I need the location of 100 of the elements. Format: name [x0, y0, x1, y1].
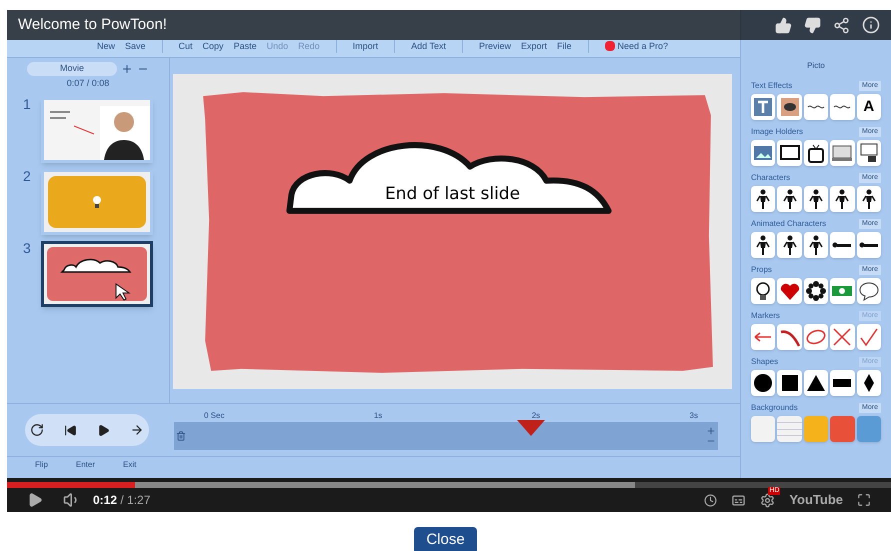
effect-label: Exit: [123, 459, 136, 471]
library-tile[interactable]: [751, 232, 776, 258]
section-title: Text Effects: [751, 80, 792, 92]
captions-icon[interactable]: [731, 492, 746, 508]
library-tile[interactable]: [804, 140, 828, 166]
toolbar-button[interactable]: Import: [352, 40, 378, 53]
settings-icon[interactable]: [760, 492, 776, 508]
toolbar-button[interactable]: Cut: [178, 40, 193, 53]
library-tile[interactable]: [856, 278, 882, 304]
slide-number: 1: [23, 96, 32, 110]
section-title: Characters: [751, 172, 790, 184]
library-tile[interactable]: [804, 186, 828, 212]
library-tile[interactable]: [804, 94, 828, 120]
scribble-icon: [832, 103, 852, 111]
slide-number: 3: [23, 240, 32, 254]
rewind-icon[interactable]: [64, 424, 77, 436]
dislike-icon[interactable]: [804, 16, 821, 34]
time-tick: 1s: [374, 410, 382, 422]
lying-figure-icon: [832, 242, 852, 248]
close-button[interactable]: Close: [414, 527, 477, 551]
toolbar-button[interactable]: Export: [521, 40, 548, 53]
toolbar-button[interactable]: File: [557, 40, 572, 53]
need-pro-link[interactable]: Need a Pro?: [604, 40, 668, 53]
watch-later-icon[interactable]: [704, 494, 718, 506]
flower-icon: [805, 280, 828, 302]
library-tile[interactable]: [830, 232, 855, 258]
like-icon[interactable]: [775, 16, 792, 34]
forward-icon[interactable]: [130, 423, 144, 437]
library-tile[interactable]: [777, 370, 802, 396]
check-mark-icon: [858, 326, 880, 348]
effect-label: Flip: [35, 459, 48, 471]
library-tile[interactable]: [804, 278, 828, 304]
toolbar-button[interactable]: New: [97, 40, 116, 53]
library-tile[interactable]: [777, 140, 802, 166]
library-tile[interactable]: [751, 370, 776, 396]
fullscreen-icon[interactable]: [857, 493, 871, 507]
circle-shape-icon: [752, 372, 774, 394]
section-title: Markers: [751, 310, 780, 322]
library-tile[interactable]: [751, 140, 776, 166]
library-tile[interactable]: [777, 278, 802, 304]
mode-dropdown[interactable]: Movie: [27, 62, 117, 76]
library-tile[interactable]: [804, 232, 828, 258]
zoom-in-icon[interactable]: [706, 426, 716, 436]
time-tick: 3s: [690, 410, 698, 422]
loop-icon[interactable]: [30, 423, 44, 437]
library-tile[interactable]: [751, 94, 776, 120]
library-tile[interactable]: [751, 186, 776, 212]
background-swatch[interactable]: [830, 416, 855, 442]
section-title: Image Holders: [751, 126, 804, 138]
video-title: Welcome to PowToon!: [18, 14, 167, 35]
library-tile[interactable]: [856, 140, 882, 166]
library-tile[interactable]: [751, 278, 776, 304]
time-tick: 0 Sec: [204, 410, 224, 422]
trash-icon[interactable]: [176, 431, 186, 441]
library-tile[interactable]: [830, 278, 855, 304]
letter-tile[interactable]: A: [856, 94, 882, 120]
library-tile[interactable]: [830, 94, 855, 120]
scribble-icon: [806, 103, 826, 111]
library-tile[interactable]: [777, 232, 802, 258]
library-tile[interactable]: [856, 232, 882, 258]
slide-caption: End of last slide: [384, 182, 520, 206]
background-swatch[interactable]: [751, 416, 776, 442]
library-tile[interactable]: [856, 370, 882, 396]
toolbar-button[interactable]: Add Text: [411, 40, 446, 53]
library-tile[interactable]: [856, 186, 882, 212]
lying-figure-icon: [858, 242, 879, 248]
toolbar-button[interactable]: Paste: [234, 40, 257, 53]
library-tile[interactable]: [856, 324, 882, 350]
toolbar-button[interactable]: Save: [125, 40, 146, 53]
lined-paper-swatch[interactable]: [777, 416, 802, 442]
library-tile[interactable]: [830, 370, 855, 396]
library-tile[interactable]: [751, 324, 776, 350]
library-tile[interactable]: [777, 186, 802, 212]
effect-label: Enter: [76, 459, 96, 471]
playhead-marker[interactable]: [516, 420, 545, 436]
player-logo[interactable]: YouTube: [789, 490, 843, 510]
library-tile[interactable]: [777, 324, 802, 350]
library-tile[interactable]: [777, 94, 802, 120]
add-icon[interactable]: [121, 63, 133, 75]
play-icon[interactable]: [27, 492, 43, 508]
toolbar-button[interactable]: Copy: [202, 40, 224, 53]
info-icon[interactable]: [862, 16, 880, 34]
section-title: Backgrounds: [751, 402, 798, 414]
toolbar-button[interactable]: Preview: [478, 40, 511, 53]
slide-time: 0:07 / 0:08: [66, 77, 110, 90]
section-title: Animated Characters: [751, 218, 826, 230]
text-tool-icon: [752, 96, 774, 118]
background-swatch[interactable]: [856, 416, 882, 442]
library-tile[interactable]: [830, 140, 855, 166]
library-tile[interactable]: [804, 324, 828, 350]
cross-mark-icon: [831, 326, 854, 348]
time-tick: 2s: [532, 410, 540, 422]
slide-number: 2: [23, 168, 32, 182]
section-title: Shapes: [751, 356, 778, 368]
library-tile[interactable]: [804, 370, 828, 396]
play-icon[interactable]: [97, 424, 110, 436]
background-swatch[interactable]: [804, 416, 828, 442]
share-icon[interactable]: [833, 16, 850, 34]
library-tile[interactable]: [830, 186, 855, 212]
library-tile[interactable]: [830, 324, 855, 350]
